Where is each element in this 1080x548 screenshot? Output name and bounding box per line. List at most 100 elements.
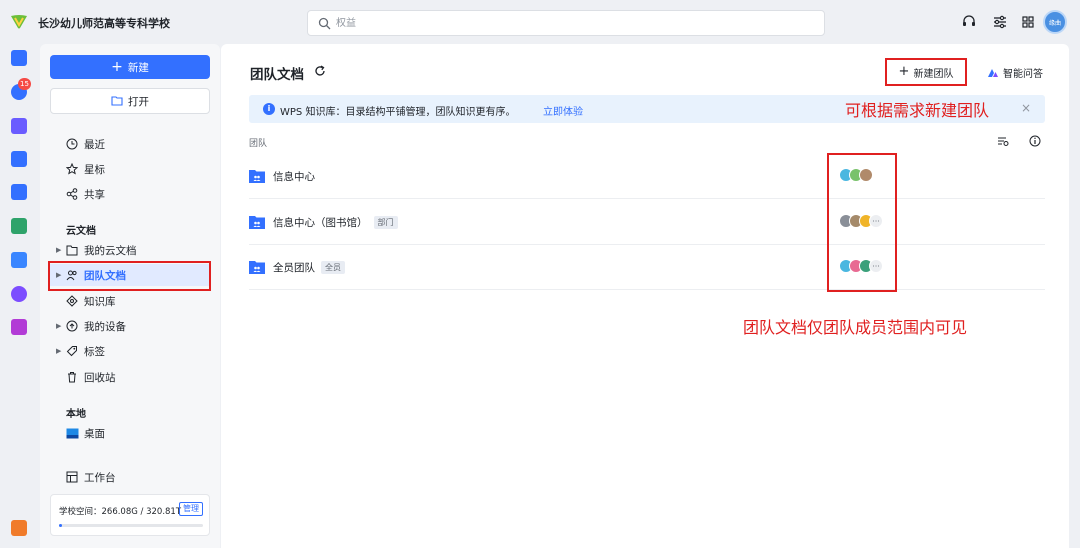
nav-trash[interactable]: 回收站 [50, 366, 210, 388]
annotation-new-team-text: 可根据需求新建团队 [845, 101, 990, 120]
annotation-box-team-docs [48, 261, 211, 291]
nav-recent-label: 最近 [84, 138, 105, 151]
new-team-label: 新建团队 [913, 68, 954, 80]
team-tag: 全员 [321, 261, 345, 274]
cloud-device-icon [64, 319, 80, 333]
team-name: 全员团队 [273, 262, 315, 274]
plus-icon: + [898, 64, 910, 79]
new-button[interactable]: + 新建 [50, 55, 210, 79]
expand-arrow-icon[interactable]: ▶ [50, 347, 64, 355]
section-local: 本地 [66, 409, 86, 420]
team-name-wrap: 信息中心 [273, 169, 315, 184]
page-title: 团队文档 [250, 67, 304, 83]
info-icon: i [263, 103, 275, 115]
grid-apps-icon[interactable] [1020, 14, 1036, 30]
clock-icon [64, 137, 80, 151]
storage-panel: 学校空间：266.08G / 320.81T 管理 [50, 494, 210, 536]
chat-icon[interactable] [11, 286, 27, 302]
nav-workbench-label: 工作台 [84, 471, 116, 484]
mail-icon[interactable] [11, 118, 27, 134]
star-icon [64, 162, 80, 176]
docs-icon[interactable] [11, 50, 27, 66]
team-name-wrap: 信息中心（图书馆） 部门 [273, 215, 398, 230]
app-rail: 15 [0, 44, 38, 548]
banner-try-link[interactable]: 立即体验 [543, 103, 583, 118]
plus-icon: + [111, 59, 123, 75]
user-avatar[interactable]: 缘曲 [1043, 10, 1067, 34]
nav-tags-label: 标签 [84, 345, 105, 358]
team-row[interactable]: 全员团队 全员 ··· [249, 245, 1045, 290]
headset-icon[interactable] [961, 14, 977, 30]
ai-qa-label: 智能问答 [1003, 69, 1043, 80]
search-icon [318, 17, 331, 30]
nav-shared[interactable]: 共享 [50, 183, 210, 205]
notification-badge: 15 [18, 78, 31, 90]
share-icon [64, 187, 80, 201]
annotation-visibility-text: 团队文档仅团队成员范围内可见 [743, 318, 968, 337]
expand-arrow-icon[interactable]: ▶ [50, 246, 64, 254]
trash-icon [64, 370, 80, 384]
ai-logo-icon [988, 68, 998, 77]
right-edge-strip [1069, 44, 1080, 548]
storage-text: 学校空间：266.08G / 320.81T [59, 507, 182, 517]
nav-starred[interactable]: 星标 [50, 158, 210, 180]
knowledge-icon [64, 294, 80, 308]
team-list-header: 团队 [249, 139, 268, 149]
school-name: 长沙幼儿师范高等专科学校 [38, 17, 170, 30]
meeting-icon[interactable] [11, 151, 27, 167]
sheet-icon[interactable] [11, 218, 27, 234]
nav-my-devices-label: 我的设备 [84, 320, 126, 333]
avatar-text: 缘曲 [1048, 19, 1061, 27]
team-name-wrap: 全员团队 全员 [273, 260, 345, 275]
team-row[interactable]: 信息中心 [249, 154, 1045, 199]
open-button-label: 打开 [128, 95, 149, 108]
annotation-box-members [827, 153, 897, 292]
team-tag: 部门 [373, 216, 398, 229]
ai-qa-button[interactable]: 智能问答 [987, 65, 1043, 80]
nav-recent[interactable]: 最近 [50, 133, 210, 155]
calendar-icon[interactable] [11, 184, 27, 200]
manage-storage-button[interactable]: 管理 [179, 502, 203, 516]
new-team-button[interactable]: + 新建团队 [885, 58, 967, 86]
desktop-icon [64, 426, 80, 440]
nav-my-devices[interactable]: ▶ 我的设备 [50, 315, 210, 337]
section-cloud-docs: 云文档 [66, 226, 96, 237]
pdf-icon[interactable] [11, 319, 27, 335]
sidebar: + 新建 打开 最近 星标 共享 云文档 ▶ 我的云文档 ▶ 团队文档 知识库 … [40, 44, 220, 548]
nav-desktop-label: 桌面 [84, 427, 105, 440]
workbench-icon [64, 470, 80, 484]
tag-icon [64, 344, 80, 358]
folder-open-icon [111, 96, 123, 106]
nav-tags[interactable]: ▶ 标签 [50, 340, 210, 362]
nav-my-cloud-docs[interactable]: ▶ 我的云文档 [50, 239, 210, 261]
team-name: 信息中心（图书馆） [273, 217, 368, 229]
team-row[interactable]: 信息中心（图书馆） 部门 ··· [249, 200, 1045, 245]
storage-progress-bar [59, 524, 203, 527]
expand-arrow-icon[interactable]: ▶ [50, 322, 64, 330]
refresh-icon[interactable] [314, 65, 326, 77]
nav-trash-label: 回收站 [84, 371, 116, 384]
nav-workbench[interactable]: 工作台 [50, 466, 210, 488]
storage-progress-fill [59, 524, 62, 527]
nav-knowledge-base[interactable]: 知识库 [50, 290, 210, 312]
team-folder-icon [249, 261, 265, 274]
settings-sliders-icon[interactable] [992, 14, 1008, 30]
nav-desktop[interactable]: 桌面 [50, 422, 210, 444]
team-folder-icon [249, 216, 265, 229]
info-banner: i WPS 知识库：目录结构平铺管理，团队知识更有序。 立即体验 可根据需求新建… [249, 95, 1045, 123]
nav-my-cloud-docs-label: 我的云文档 [84, 244, 137, 257]
close-icon[interactable]: × [1021, 101, 1031, 115]
open-button[interactable]: 打开 [50, 88, 210, 114]
main-panel: 团队文档 + 新建团队 智能问答 i WPS 知识库：目录结构平铺管理，团队知识… [221, 44, 1069, 548]
sort-settings-icon[interactable] [997, 135, 1009, 147]
nav-shared-label: 共享 [84, 188, 105, 201]
school-logo-icon [11, 15, 27, 29]
top-bar: 长沙幼儿师范高等专科学校 缘曲 [0, 0, 1080, 44]
info-circle-icon[interactable] [1029, 135, 1041, 147]
search-input[interactable] [336, 15, 806, 32]
search-box[interactable] [307, 10, 825, 36]
new-button-label: 新建 [127, 61, 149, 74]
screen-icon[interactable] [11, 252, 27, 268]
app-icon[interactable] [11, 520, 27, 536]
nav-starred-label: 星标 [84, 163, 105, 176]
